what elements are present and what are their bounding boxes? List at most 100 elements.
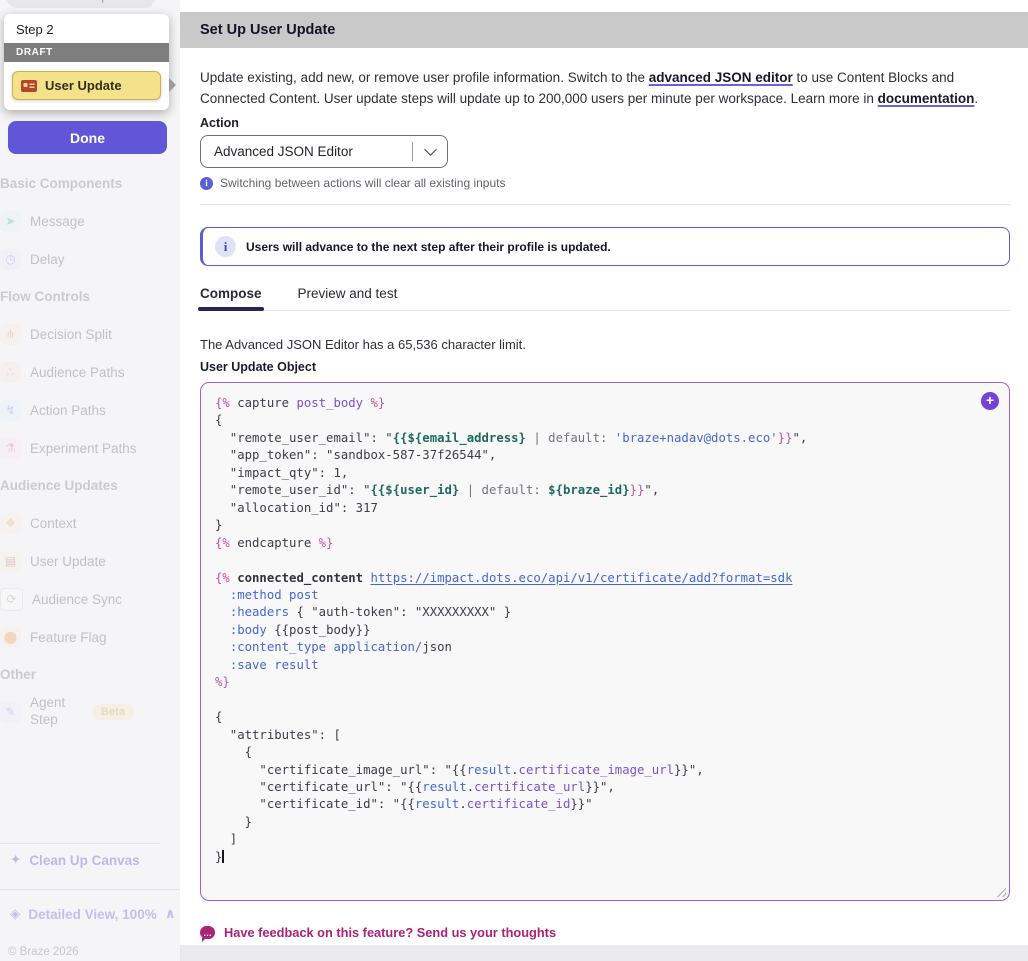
code-line: "impact_qty": 1, [215,465,995,482]
id-card-icon: ▤ [0,551,21,572]
code-line: "remote_user_email": "{{${email_address}… [215,430,995,447]
code-line: { [215,744,995,761]
done-button[interactable]: Done [8,121,167,154]
sidebar-item-label: Audience Sync [32,592,122,607]
clean-up-canvas-label: Clean Up Canvas [29,853,139,868]
sidebar-item-audience-paths[interactable]: ∴ Audience Paths [0,353,166,391]
divider [200,204,1010,205]
flask-icon: ⚗ [0,438,21,459]
info-banner-text: Users will advance to the next step afte… [246,240,611,254]
step-label: Step 2 [4,14,169,43]
sidebar-item-label: Experiment Paths [30,441,137,456]
id-card-icon [21,80,37,92]
code-line: "certificate_id": "{{result.certificate_… [215,796,995,813]
action-select[interactable]: Advanced JSON Editor [200,135,448,168]
clean-up-canvas-button[interactable]: ✦ Clean Up Canvas [10,852,140,868]
palette-section-title: Basic Components [0,165,166,202]
page-title: Set Up User Update [200,22,335,38]
sidebar-item-audience-sync[interactable]: ⟳ Audience Sync [0,580,166,618]
sidebar-item-label: Decision Split [30,327,112,342]
popup-pointer [169,78,176,92]
description-text: Update existing, add new, or remove user… [200,70,649,85]
tab-bar: Compose Preview and test [200,286,1010,311]
add-personalization-button[interactable]: + [981,392,999,410]
editor-label: User Update Object [200,360,1010,374]
component-sidebar: ⌕ Search workspace Step 2 DRAFT User Upd… [0,0,181,961]
code-line: %} [215,674,995,691]
json-editor[interactable]: + {% capture post_body %} { "remote_user_… [200,382,1010,901]
sidebar-item-label: Message [30,214,85,229]
info-icon: i [215,236,236,257]
sidebar-item-label: Agent Step [30,695,76,729]
sidebar-item-message[interactable]: ➤ Message [0,202,166,240]
sidebar-item-label: Delay [30,252,65,267]
inline-link[interactable]: documentation [878,91,975,106]
paper-plane-icon: ➤ [0,211,21,232]
resize-handle[interactable] [995,886,1006,897]
detailed-view-label: Detailed View, 100% [28,907,156,922]
code-line: "remote_user_id": "{{${user_id} | defaul… [215,482,995,499]
canvas-view-icon: ◈ [10,906,20,922]
code-line: "allocation_id": 317 [215,500,995,517]
sidebar-item-label: Audience Paths [30,365,125,380]
detailed-view-toggle[interactable]: ◈ Detailed View, 100% ∧ [10,906,176,922]
character-limit-text: The Advanced JSON Editor has a 65,536 ch… [200,337,1010,352]
wand-icon: ✦ [10,852,21,868]
info-icon: i [200,177,213,190]
audience-icon: ∴ [0,362,21,383]
code-line: "certificate_image_url": "{{result.certi… [215,762,995,779]
speech-bubble-icon: … [200,926,215,939]
sidebar-item-label: Feature Flag [30,630,107,645]
code-line: {% capture post_body %} [215,395,995,412]
sidebar-item-label: User Update [30,554,106,569]
description-text: . [974,91,978,106]
tab-preview-and-test[interactable]: Preview and test [298,286,398,310]
code-line: "app_token": "sandbox-587-37f26544", [215,447,995,464]
text-cursor [222,850,224,863]
feedback-text: Have feedback on this feature? Send us y… [224,925,556,940]
context-icon: ❖ [0,513,21,534]
action-note-text: Switching between actions will clear all… [220,176,505,190]
code-line: :save result [215,657,995,674]
sidebar-item-experiment-paths[interactable]: ⚗ Experiment Paths [0,429,166,467]
user-update-chip[interactable]: User Update [12,71,161,100]
code-line: :headers { "auth-token": "XXXXXXXXX" } [215,604,995,621]
sidebar-item-action-paths[interactable]: ↯Action Paths [0,391,166,429]
setup-panel: Set Up User Update Update existing, add … [180,0,1028,945]
chevron-up-icon: ∧ [165,906,176,922]
code-line: { [215,709,995,726]
sidebar-item-feature-flag[interactable]: ⬤Feature Flag [0,618,166,656]
sidebar-item-context[interactable]: ❖Context [0,504,166,542]
code-line: ] [215,831,995,848]
sidebar-item-agent-step[interactable]: ✎Agent StepBeta [0,693,166,731]
chevron-down-icon [413,149,447,154]
code-line: } [215,849,995,866]
palette-section-title: Audience Updates [0,467,166,504]
search-icon: ⌕ [16,0,23,4]
action-select-value: Advanced JSON Editor [201,144,353,159]
code-line: "attributes": [ [215,727,995,744]
sidebar-item-user-update[interactable]: ▤ User Update [0,542,166,580]
clock-icon: ◷ [0,249,21,270]
inline-link[interactable]: advanced JSON editor [649,70,793,85]
lightning-icon: ↯ [0,400,21,421]
code-line: "certificate_url": "{{result.certificate… [215,779,995,796]
status-badge: DRAFT [4,43,169,62]
sidebar-item-decision-split[interactable]: ⋔Decision Split [0,315,166,353]
info-banner: i Users will advance to the next step af… [200,227,1010,266]
code-content[interactable]: {% capture post_body %} { "remote_user_em… [215,395,995,866]
palette-section-title: Other [0,656,166,693]
code-line: :body {{post_body}} [215,622,995,639]
sidebar-item-delay[interactable]: ◷ Delay [0,240,166,278]
action-note: i Switching between actions will clear a… [200,176,1010,190]
divider [0,843,160,844]
workspace-search-input[interactable]: ⌕ Search workspace [6,0,156,8]
feedback-link[interactable]: … Have feedback on this feature? Send us… [200,925,1010,940]
sync-icon: ⟳ [0,588,23,611]
palette-section-title: Flow Controls [0,278,166,315]
code-line: {% connected_content https://impact.dots… [215,570,995,587]
tab-compose[interactable]: Compose [200,286,262,310]
code-line [215,552,995,569]
copyright: © Braze 2026 [8,946,79,958]
action-label: Action [200,116,1010,130]
